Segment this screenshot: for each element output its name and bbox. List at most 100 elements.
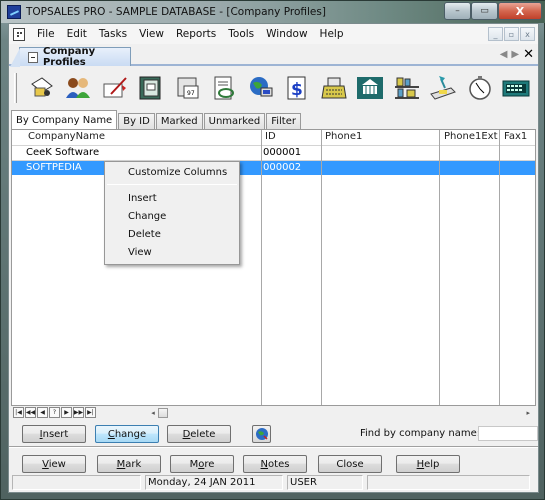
menu-item-view[interactable]: View: [128, 247, 152, 258]
horizontal-scrollbar[interactable]: ◂ ▸: [148, 407, 534, 418]
internet-button[interactable]: [246, 73, 276, 103]
inventory-button[interactable]: [392, 73, 422, 103]
mdi-restore-button[interactable]: ▫: [504, 27, 519, 41]
menu-view[interactable]: View: [133, 28, 170, 40]
cell-company-name: CeeK Software: [26, 147, 100, 158]
tab-company-profiles[interactable]: Company Profiles: [10, 46, 131, 68]
app-logo-icon: [7, 5, 21, 19]
menu-item-customize-columns[interactable]: Customize Columns: [128, 167, 227, 178]
scroll-left-arrow-icon[interactable]: ◂: [148, 409, 158, 417]
prev-page-button[interactable]: ◀◀: [25, 407, 36, 418]
people-button[interactable]: [63, 73, 93, 103]
table-row[interactable]: CeeK Software 000001: [12, 146, 535, 160]
cash-register-button[interactable]: [319, 73, 349, 103]
title-bar[interactable]: TOPSALES PRO - SAMPLE DATABASE - [Compan…: [1, 1, 545, 23]
tab-unmarked[interactable]: Unmarked: [203, 113, 266, 129]
column-divider[interactable]: [321, 130, 322, 406]
web-lookup-button[interactable]: [252, 425, 271, 443]
company-grid[interactable]: CompanyName ID Phone1 Phone1Ext Fax1 Cee…: [11, 129, 536, 407]
view-button[interactable]: View: [22, 455, 86, 473]
find-by-company-input[interactable]: [478, 426, 538, 441]
help-record-button[interactable]: ?: [49, 407, 60, 418]
menu-item-insert[interactable]: Insert: [128, 193, 157, 204]
contacts-folder-icon: [30, 77, 53, 97]
document-search-icon: [214, 76, 235, 100]
tab-marked[interactable]: Marked: [155, 113, 203, 129]
grid-header: CompanyName ID Phone1 Phone1Ext Fax1: [12, 130, 535, 145]
next-record-button[interactable]: ▶: [61, 407, 72, 418]
calendar-button[interactable]: 97: [173, 73, 203, 103]
tab-by-company-name[interactable]: By Company Name: [11, 110, 118, 129]
toolbar-grip[interactable]: [14, 73, 17, 103]
desk-lamp-icon: [430, 76, 457, 100]
column-header-fax1[interactable]: Fax1: [504, 131, 527, 142]
menu-tools[interactable]: Tools: [222, 28, 260, 40]
menu-item-delete[interactable]: Delete: [128, 229, 161, 240]
tab-by-id[interactable]: By ID: [118, 113, 155, 129]
close-button[interactable]: Close: [318, 455, 382, 473]
desk-button[interactable]: [428, 73, 458, 103]
column-divider[interactable]: [261, 130, 262, 406]
menu-reports[interactable]: Reports: [170, 28, 222, 40]
status-date: Monday, 24 JAN 2011: [145, 475, 283, 490]
menu-help[interactable]: Help: [314, 28, 350, 40]
next-page-button[interactable]: ▶▶: [73, 407, 84, 418]
maximize-button[interactable]: ▭: [471, 2, 498, 20]
status-panel-blank: [12, 475, 141, 490]
menu-tasks[interactable]: Tasks: [93, 28, 133, 40]
column-header-company-name[interactable]: CompanyName: [28, 131, 105, 142]
table-row-selected[interactable]: SOFTPEDIA 000002: [12, 161, 535, 175]
change-button[interactable]: Change: [95, 425, 159, 443]
more-button-label: More: [189, 458, 215, 470]
address-book-button[interactable]: [136, 73, 166, 103]
status-bar: Monday, 24 JAN 2011 USER: [12, 475, 530, 491]
close-button-label: Close: [336, 458, 364, 470]
column-header-phone1ext[interactable]: Phone1Ext: [444, 131, 498, 142]
tab-next-icon[interactable]: ▶: [511, 49, 519, 60]
scroll-right-arrow-icon[interactable]: ▸: [526, 409, 530, 417]
document-tab-strip: Company Profiles ◀ ▶ ✕: [9, 44, 538, 68]
calculator-icon: [502, 80, 530, 97]
close-window-button[interactable]: X: [498, 2, 542, 20]
menu-item-change[interactable]: Change: [128, 211, 166, 222]
delete-button[interactable]: Delete: [167, 425, 231, 443]
column-header-phone1[interactable]: Phone1: [325, 131, 362, 142]
insert-button[interactable]: Insert: [22, 425, 86, 443]
notes-button[interactable]: Notes: [243, 455, 307, 473]
help-button[interactable]: Help: [396, 455, 460, 473]
tab-prev-icon[interactable]: ◀: [500, 49, 508, 60]
more-button[interactable]: More: [170, 455, 234, 473]
scroll-thumb[interactable]: [158, 407, 168, 418]
menu-edit[interactable]: Edit: [61, 28, 93, 40]
mdi-child-icon[interactable]: [13, 27, 25, 41]
bank-button[interactable]: [355, 73, 385, 103]
letter-button[interactable]: [100, 73, 130, 103]
tab-close-icon[interactable]: ✕: [523, 47, 534, 62]
column-header-id[interactable]: ID: [265, 131, 276, 142]
last-record-button[interactable]: ▶|: [85, 407, 96, 418]
column-divider[interactable]: [499, 130, 500, 406]
mdi-minimize-button[interactable]: _: [488, 27, 503, 41]
window-title: TOPSALES PRO - SAMPLE DATABASE - [Compan…: [26, 6, 326, 18]
globe-computer-icon: [249, 77, 273, 97]
menu-file[interactable]: File: [31, 28, 61, 40]
menu-bar: File Edit Tasks View Reports Tools Windo…: [9, 24, 538, 44]
first-record-button[interactable]: |◀: [13, 407, 24, 418]
svg-text:97: 97: [187, 90, 195, 97]
tab-filter[interactable]: Filter: [266, 113, 301, 129]
column-divider[interactable]: [439, 130, 440, 406]
document-search-button[interactable]: [209, 73, 239, 103]
mdi-close-button[interactable]: x: [520, 27, 535, 41]
minimize-button[interactable]: –: [444, 2, 471, 20]
mark-button[interactable]: Mark: [97, 455, 161, 473]
calculator-button[interactable]: [501, 73, 531, 103]
contacts-folder-button[interactable]: [27, 73, 57, 103]
menu-window[interactable]: Window: [260, 28, 313, 40]
timer-button[interactable]: [465, 73, 495, 103]
client-area: File Edit Tasks View Reports Tools Windo…: [8, 23, 539, 493]
mark-button-label: Mark: [116, 458, 142, 470]
letter-writing-icon: [103, 77, 127, 98]
prev-record-button[interactable]: ◀: [37, 407, 48, 418]
invoice-button[interactable]: $: [282, 73, 312, 103]
cash-register-icon: [321, 77, 347, 99]
